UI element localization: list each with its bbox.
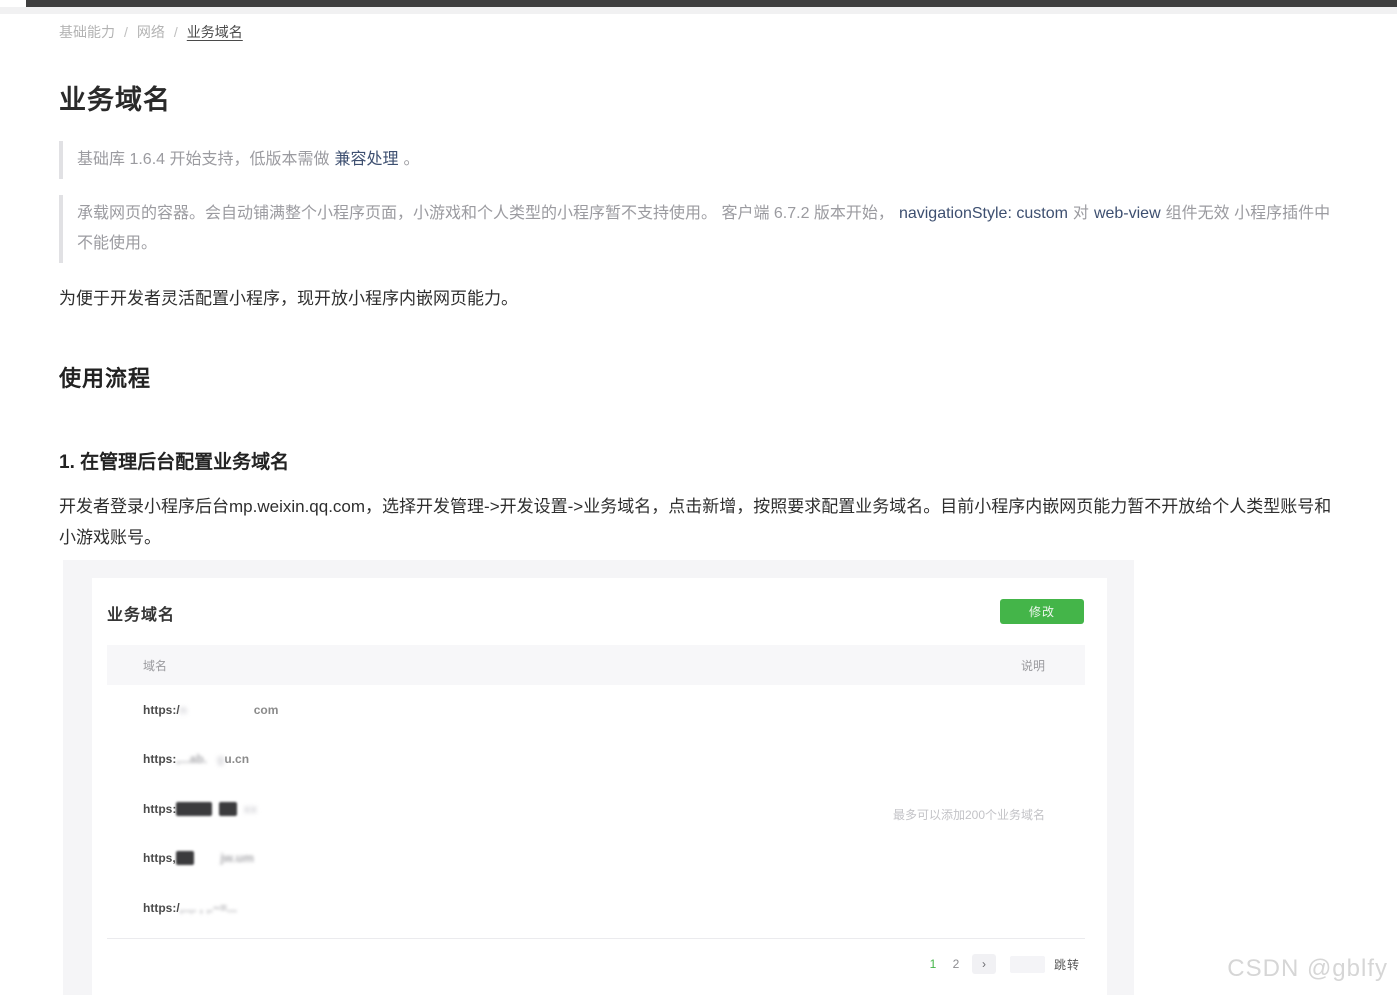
page-title: 业务域名 <box>59 78 1344 117</box>
domain-text-segment: xx <box>244 802 257 816</box>
modify-button[interactable]: 修改 <box>1000 599 1084 624</box>
step-body-paragraph: 开发者登录小程序后台mp.weixin.qq.com，选择开发管理->开发设置-… <box>59 491 1344 553</box>
pagination: 1 2 › 跳转 <box>926 954 1080 974</box>
domain-text-segment: ,..,. , ,.~=... <box>180 901 237 915</box>
page-button-2[interactable]: 2 <box>949 957 963 971</box>
intro-paragraph: 为便于开发者灵活配置小程序，现开放小程序内嵌网页能力。 <box>59 284 1344 309</box>
column-header-description: 说明 <box>1021 657 1045 674</box>
embedded-screenshot: 业务域名 修改 域名 说明 https:/n comhttps:,...ab. … <box>63 560 1134 995</box>
chevron-right-icon: › <box>982 957 986 971</box>
next-page-button[interactable]: › <box>972 954 996 974</box>
breadcrumb-item-current[interactable]: 业务域名 <box>187 22 243 42</box>
table-row: https:/,..,. , ,.~=... <box>107 883 1085 933</box>
container-note: 承载网页的容器。会自动铺满整个小程序页面，小游戏和个人类型的小程序暂不支持使用。… <box>59 195 1337 263</box>
table-bottom-divider <box>107 938 1085 939</box>
top-dark-bar <box>26 0 1397 7</box>
article: 基础能力 / 网络 / 业务域名 业务域名 基础库 1.6.4 开始支持，低版本… <box>59 14 1344 553</box>
domain-text-segment: https: <box>143 752 176 766</box>
compat-note: 基础库 1.6.4 开始支持，低版本需做兼容处理。 <box>59 141 1344 179</box>
column-header-domain: 域名 <box>143 657 167 674</box>
section-heading-usage-flow: 使用流程 <box>59 361 1344 393</box>
breadcrumb-item-base-capability[interactable]: 基础能力 <box>59 22 115 42</box>
domain-text-segment: https, <box>143 851 176 865</box>
breadcrumb-separator: / <box>124 24 128 40</box>
domain-limit-note: 最多可以添加200个业务域名 <box>893 806 1045 823</box>
domain-text-segment: com <box>254 703 279 717</box>
breadcrumb-separator: / <box>174 24 178 40</box>
breadcrumb: 基础能力 / 网络 / 业务域名 <box>59 22 1344 42</box>
container-note-mid: 对 <box>1073 205 1089 222</box>
compat-note-suffix: 。 <box>404 151 420 168</box>
domain-text-segment: https:/ <box>143 901 180 915</box>
compat-link[interactable]: 兼容处理 <box>334 151 398 168</box>
domain-text-segment: xxx <box>219 802 237 816</box>
doc-page: 基础能力 / 网络 / 业务域名 业务域名 基础库 1.6.4 开始支持，低版本… <box>0 0 1397 995</box>
page-jump-input[interactable] <box>1010 956 1045 973</box>
navigation-style-code: navigationStyle: custom <box>899 205 1068 222</box>
top-light-strip <box>0 7 1397 14</box>
domain-text-segment: xxxxxx <box>176 802 212 816</box>
domain-text-segment: ,...ab. <box>176 752 207 766</box>
page-button-1[interactable]: 1 <box>926 957 940 971</box>
domain-text-segment: u.cn <box>224 752 249 766</box>
domain-text-segment: jw.um <box>220 851 254 865</box>
table-row: https,xxx jw.um <box>107 834 1085 884</box>
breadcrumb-item-network[interactable]: 网络 <box>137 22 165 42</box>
domain-text-segment: g <box>217 752 224 766</box>
container-note-text-1: 承载网页的容器。会自动铺满整个小程序页面，小游戏和个人类型的小程序暂不支持使用。… <box>77 205 894 222</box>
domain-text-segment: https: <box>143 802 176 816</box>
csdn-watermark: CSDN @gblfy <box>1227 955 1388 983</box>
domain-text-segment: n <box>180 703 187 717</box>
step-heading-configure-domain: 1. 在管理后台配置业务域名 <box>59 447 1344 474</box>
domain-text-segment: https:/ <box>143 703 180 717</box>
admin-card: 业务域名 修改 域名 说明 https:/n comhttps:,...ab. … <box>92 578 1107 995</box>
domain-text-segment <box>194 851 221 865</box>
card-title: 业务域名 <box>107 601 175 625</box>
domain-text-segment <box>207 752 217 766</box>
domain-text-segment <box>237 802 244 816</box>
web-view-code: web-view <box>1094 205 1161 222</box>
domain-text-segment <box>212 802 219 816</box>
page-jump-button[interactable]: 跳转 <box>1054 956 1080 973</box>
compat-note-text: 基础库 1.6.4 开始支持，低版本需做 <box>77 151 329 168</box>
table-header: 域名 说明 <box>107 645 1085 685</box>
domain-text-segment <box>187 703 254 717</box>
domain-text-segment: xxx <box>176 851 194 865</box>
table-row: https:,...ab. gu.cn <box>107 735 1085 785</box>
table-row: https:/n com <box>107 685 1085 735</box>
